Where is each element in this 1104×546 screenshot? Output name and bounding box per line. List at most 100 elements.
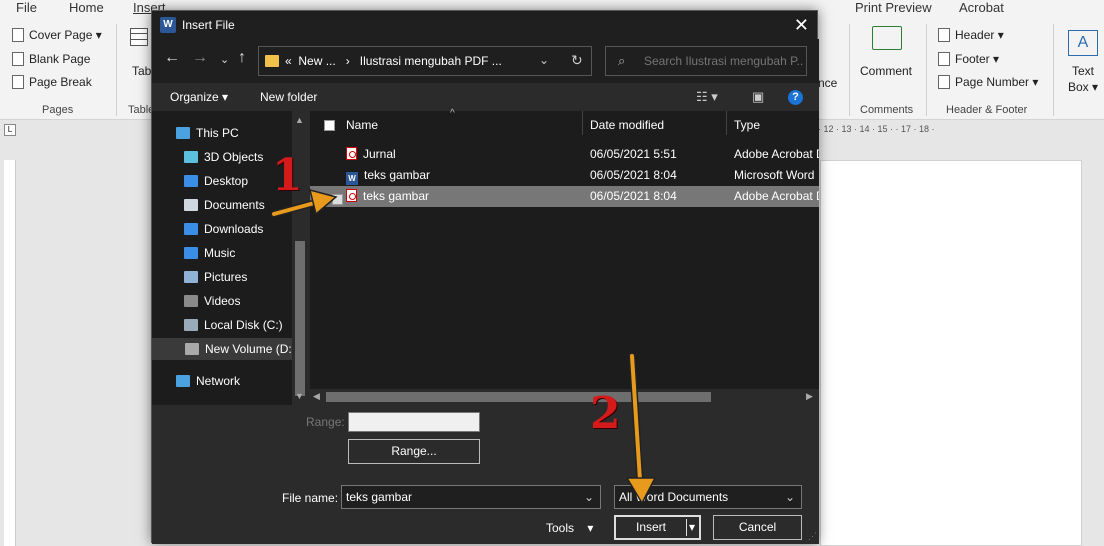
view-options-icon[interactable]: ☷ ▾: [696, 89, 718, 105]
footer-button[interactable]: Footer ▾: [938, 52, 999, 66]
comment-button[interactable]: Comment: [860, 64, 912, 78]
breadcrumb-separator[interactable]: ›: [346, 54, 350, 68]
nav-item-this-pc[interactable]: This PC: [176, 122, 239, 144]
word-app-icon: W: [160, 17, 176, 33]
dialog-footer: Range: Range... File name: teks gambar ⌄ …: [152, 405, 819, 544]
insert-button[interactable]: Insert ▾: [614, 515, 701, 540]
file-row[interactable]: Wteks gambar 06/05/2021 8:04 Microsoft W…: [310, 165, 819, 186]
page-number-label: Page Number: [955, 75, 1030, 89]
row-checkbox[interactable]: [332, 191, 343, 212]
desktop-icon: [184, 175, 198, 187]
nav-item-new-volume[interactable]: New Volume (D:: [152, 338, 292, 360]
range-input[interactable]: [348, 412, 480, 432]
file-date: 06/05/2021 8:04: [590, 189, 677, 203]
chevron-down-icon[interactable]: ⌄: [584, 486, 594, 508]
address-dropdown-chevron-icon[interactable]: ⌄: [539, 53, 549, 67]
chevron-down-icon[interactable]: ⌄: [785, 486, 795, 508]
file-name-cell: Jurnal: [346, 144, 396, 165]
breadcrumb-prefix[interactable]: «: [285, 54, 292, 68]
step-1-marker: 1: [272, 150, 303, 201]
column-separator[interactable]: [582, 111, 583, 135]
comment-icon[interactable]: [872, 26, 902, 50]
select-all-checkbox[interactable]: [324, 120, 335, 131]
tab-file[interactable]: File: [16, 0, 37, 16]
file-list-horizontal-scrollbar[interactable]: ◀ ▶: [310, 389, 819, 405]
refresh-icon[interactable]: ↻: [571, 52, 583, 69]
file-row[interactable]: Jurnal 06/05/2021 5:51 Adobe Acrobat D: [310, 144, 819, 165]
cancel-button[interactable]: Cancel: [713, 515, 802, 540]
nav-label: New Volume (D:: [205, 342, 292, 356]
range-button[interactable]: Range...: [348, 439, 480, 464]
scroll-right-arrow-icon[interactable]: ▶: [806, 391, 813, 402]
page-break-button[interactable]: Page Break: [12, 75, 92, 89]
text-box-label-1: Text: [1072, 64, 1095, 78]
file-type-select[interactable]: All Word Documents ⌄: [614, 485, 802, 509]
file-type: Adobe Acrobat D: [734, 147, 819, 161]
text-box-icon[interactable]: A: [1068, 30, 1098, 56]
document-page[interactable]: [820, 160, 1082, 546]
address-bar[interactable]: « New ... › Ilustrasi mengubah PDF ... ⌄…: [258, 46, 592, 76]
ruler-corner[interactable]: L: [4, 124, 16, 136]
pages-group-label: Pages: [42, 104, 74, 116]
blank-page-button[interactable]: Blank Page: [12, 52, 90, 66]
preview-pane-icon[interactable]: ▣: [752, 89, 764, 105]
cover-page-button[interactable]: Cover Page ▾: [12, 28, 102, 42]
navigation-bar: ← → ⌄ ↑ « New ... › Ilustrasi mengubah P…: [152, 39, 819, 83]
help-icon[interactable]: ?: [788, 90, 803, 105]
tab-acrobat[interactable]: Acrobat: [959, 0, 1004, 16]
nav-item-downloads[interactable]: Downloads: [184, 218, 263, 240]
nav-item-videos[interactable]: Videos: [184, 290, 240, 312]
scrollbar-thumb[interactable]: [326, 392, 711, 402]
search-box[interactable]: ⌕: [605, 46, 807, 76]
insert-options-chevron-icon[interactable]: ▾: [689, 517, 695, 538]
nav-label: Desktop: [204, 174, 249, 188]
nav-item-network[interactable]: Network: [176, 370, 240, 392]
organize-button[interactable]: Organize ▾: [170, 90, 228, 104]
table-icon: [130, 28, 148, 46]
tab-home[interactable]: Home: [69, 0, 104, 16]
dialog-title-bar: W Insert File ✕: [152, 11, 817, 39]
nav-label: Music: [204, 246, 236, 260]
nav-item-desktop[interactable]: Desktop: [184, 170, 248, 192]
file-row-selected[interactable]: teks gambar 06/05/2021 8:04 Adobe Acroba…: [310, 186, 819, 207]
column-header-name[interactable]: Name: [346, 118, 378, 132]
file-name: teks gambar: [363, 189, 430, 203]
column-header-type[interactable]: Type: [734, 118, 760, 132]
tab-print-preview[interactable]: Print Preview: [855, 0, 932, 16]
dialog-title: Insert File: [182, 18, 235, 32]
page-number-button[interactable]: Page Number ▾: [938, 75, 1038, 89]
search-icon: ⌕: [618, 53, 626, 68]
music-note-icon: [184, 247, 198, 259]
file-name-label: File name:: [282, 491, 339, 505]
folder-icon: [265, 55, 279, 67]
breadcrumb-item-new[interactable]: New ...: [298, 54, 335, 68]
file-name-cell: Wteks gambar: [346, 165, 430, 186]
nav-item-documents[interactable]: Documents: [184, 194, 265, 216]
nav-item-local-disk[interactable]: Local Disk (C:): [184, 314, 283, 336]
scrollbar-thumb[interactable]: [295, 241, 305, 396]
header-button[interactable]: Header ▾: [938, 28, 1004, 42]
tools-button[interactable]: Tools ▾: [546, 521, 593, 535]
column-header-date-modified[interactable]: Date modified: [590, 118, 664, 132]
file-date: 06/05/2021 5:51: [590, 147, 677, 161]
scroll-up-arrow-icon[interactable]: ▲: [295, 115, 304, 125]
up-arrow-icon[interactable]: ↑: [238, 49, 246, 67]
resize-grip-icon[interactable]: ⋰: [808, 531, 817, 542]
recent-locations-chevron-icon[interactable]: ⌄: [220, 53, 229, 66]
nav-item-pictures[interactable]: Pictures: [184, 266, 247, 288]
close-icon[interactable]: ✕: [794, 15, 809, 36]
scroll-left-arrow-icon[interactable]: ◀: [313, 391, 320, 402]
forward-arrow-icon[interactable]: →: [192, 49, 208, 67]
table-button[interactable]: [130, 28, 148, 49]
network-icon: [176, 375, 190, 387]
new-folder-button[interactable]: New folder: [260, 90, 317, 104]
breadcrumb-item-folder[interactable]: Ilustrasi mengubah PDF ...: [360, 54, 502, 68]
insert-label: Insert: [636, 520, 667, 534]
nav-item-3d-objects[interactable]: 3D Objects: [184, 146, 263, 168]
scroll-down-arrow-icon[interactable]: ▼: [295, 391, 304, 401]
nav-item-music[interactable]: Music: [184, 242, 235, 264]
column-separator[interactable]: [726, 111, 727, 135]
search-input[interactable]: [644, 51, 804, 71]
back-arrow-icon[interactable]: ←: [164, 49, 180, 67]
file-name-input[interactable]: teks gambar ⌄: [341, 485, 601, 509]
